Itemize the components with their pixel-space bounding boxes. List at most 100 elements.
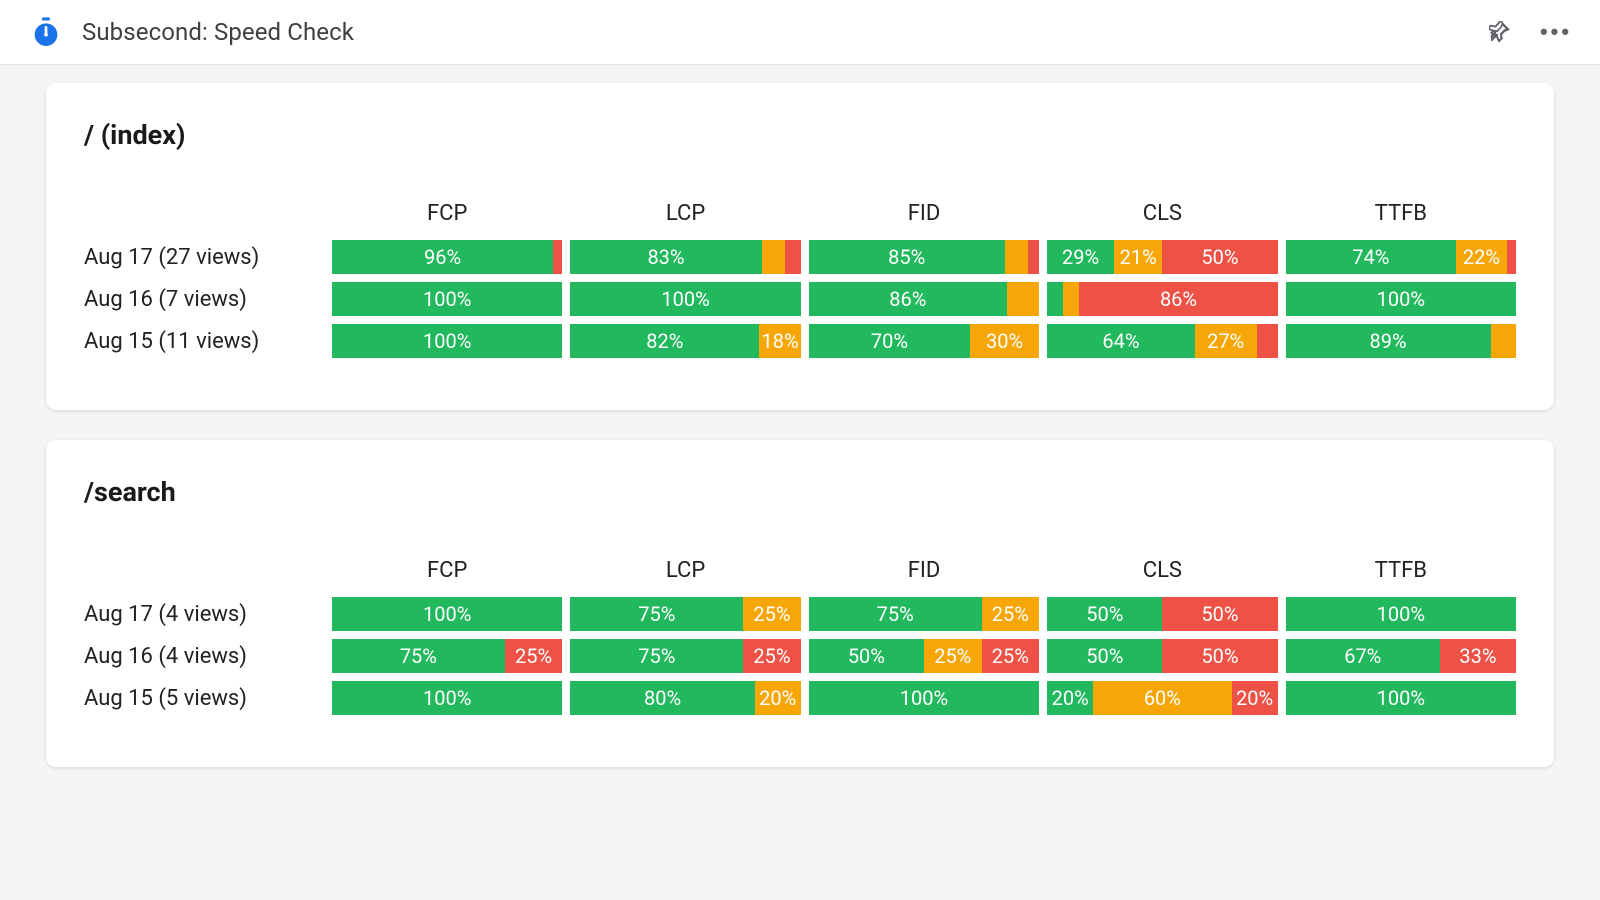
- segment-warn: 25%: [924, 639, 982, 673]
- segment-warn: [1005, 240, 1028, 274]
- metrics-header-row: FCPLCPFIDCLSTTFB: [84, 201, 1516, 240]
- row-label: Aug 17 (4 views): [84, 602, 324, 627]
- column-header: FID: [809, 558, 1039, 597]
- segment-good: 100%: [1286, 681, 1516, 715]
- segment-poor: 50%: [1162, 240, 1277, 274]
- page-header: Subsecond: Speed Check •••: [0, 0, 1600, 65]
- data-row: Aug 15 (11 views)100%82%18%70%30%64%27%8…: [84, 324, 1516, 358]
- segment-warn: 18%: [759, 324, 800, 358]
- segment-good: 74%: [1286, 240, 1456, 274]
- segment-good: 100%: [1286, 282, 1516, 316]
- metric-bar[interactable]: 75%25%: [332, 639, 562, 673]
- metric-bar[interactable]: 100%: [332, 324, 562, 358]
- segment-poor: 33%: [1440, 639, 1516, 673]
- data-row: Aug 17 (27 views) 96% 83% 85% 29%21%50% 74%22…: [84, 240, 1516, 274]
- segment-warn: [1007, 282, 1039, 316]
- metric-bar[interactable]: 100%: [570, 282, 800, 316]
- metric-bar[interactable]: 64%27%: [1047, 324, 1277, 358]
- metric-bar[interactable]: 50%25%25%: [809, 639, 1039, 673]
- segment-good: 50%: [1047, 597, 1162, 631]
- metric-bar[interactable]: 80%20%: [570, 681, 800, 715]
- column-header: LCP: [570, 558, 800, 597]
- metric-bar[interactable]: 29%21%50%: [1047, 240, 1277, 274]
- segment-good: 83%: [570, 240, 761, 274]
- content-area: / (index)FCPLCPFIDCLSTTFBAug 17 (27 view…: [0, 65, 1600, 785]
- metric-bar[interactable]: 100%: [809, 681, 1039, 715]
- segment-good: 64%: [1047, 324, 1194, 358]
- metric-bar[interactable]: 100%: [332, 597, 562, 631]
- metric-bar[interactable]: 75%25%: [570, 639, 800, 673]
- metric-bar[interactable]: 50%50%: [1047, 597, 1277, 631]
- segment-good: [1047, 282, 1063, 316]
- metric-bar[interactable]: 100%: [1286, 282, 1516, 316]
- metric-bar[interactable]: 85%: [809, 240, 1039, 274]
- pin-button[interactable]: [1484, 16, 1516, 48]
- segment-warn: 25%: [743, 597, 801, 631]
- more-horizontal-icon: •••: [1540, 19, 1572, 45]
- metric-bar[interactable]: 67%33%: [1286, 639, 1516, 673]
- row-label: Aug 17 (27 views): [84, 245, 324, 270]
- segment-good: 75%: [809, 597, 982, 631]
- segment-poor: 50%: [1162, 597, 1277, 631]
- segment-good: 82%: [570, 324, 759, 358]
- metric-bar[interactable]: 74%22%: [1286, 240, 1516, 274]
- metric-bar[interactable]: 100%: [332, 681, 562, 715]
- data-row: Aug 16 (7 views)100%100%86%86%100%: [84, 282, 1516, 316]
- segment-good: 100%: [332, 597, 562, 631]
- metric-bar[interactable]: 100%: [1286, 681, 1516, 715]
- metric-bar[interactable]: 70%30%: [809, 324, 1039, 358]
- metric-bar[interactable]: 86%: [1047, 282, 1277, 316]
- segment-warn: [762, 240, 785, 274]
- segment-warn: 22%: [1456, 240, 1507, 274]
- segment-good: 67%: [1286, 639, 1440, 673]
- more-options-button[interactable]: •••: [1540, 16, 1572, 48]
- segment-warn: 30%: [970, 324, 1039, 358]
- column-header: TTFB: [1286, 558, 1516, 597]
- segment-good: 85%: [809, 240, 1005, 274]
- segment-warn: 25%: [982, 597, 1040, 631]
- metric-card: / (index)FCPLCPFIDCLSTTFBAug 17 (27 view…: [46, 83, 1554, 410]
- segment-poor: [553, 240, 562, 274]
- metrics-grid: FCPLCPFIDCLSTTFBAug 17 (4 views)100%75%2…: [84, 558, 1516, 715]
- column-header: FID: [809, 201, 1039, 240]
- row-label: Aug 16 (7 views): [84, 287, 324, 312]
- segment-poor: [1028, 240, 1040, 274]
- metric-card: /searchFCPLCPFIDCLSTTFBAug 17 (4 views)1…: [46, 440, 1554, 767]
- segment-poor: [785, 240, 801, 274]
- segment-poor: [1257, 324, 1278, 358]
- segment-good: 96%: [332, 240, 553, 274]
- segment-warn: 20%: [755, 681, 801, 715]
- segment-good: 70%: [809, 324, 970, 358]
- segment-good: 75%: [570, 597, 743, 631]
- segment-good: 80%: [570, 681, 754, 715]
- metric-bar[interactable]: 83%: [570, 240, 800, 274]
- segment-good: 100%: [332, 681, 562, 715]
- metric-bar[interactable]: 86%: [809, 282, 1039, 316]
- segment-poor: 86%: [1079, 282, 1277, 316]
- segment-good: 86%: [809, 282, 1007, 316]
- metric-bar[interactable]: 75%25%: [570, 597, 800, 631]
- metric-bar[interactable]: 20%60%20%: [1047, 681, 1277, 715]
- column-header: LCP: [570, 201, 800, 240]
- segment-poor: [1507, 240, 1516, 274]
- metric-bar[interactable]: 75%25%: [809, 597, 1039, 631]
- page-title: Subsecond: Speed Check: [82, 18, 1466, 46]
- metric-bar[interactable]: 100%: [332, 282, 562, 316]
- card-title: /search: [84, 476, 1516, 508]
- header-actions: •••: [1484, 16, 1572, 48]
- metric-bar[interactable]: 96%: [332, 240, 562, 274]
- column-header: FCP: [332, 558, 562, 597]
- data-row: Aug 16 (4 views)75%25%75%25%50%25%25%50%…: [84, 639, 1516, 673]
- metric-bar[interactable]: 82%18%: [570, 324, 800, 358]
- segment-warn: [1491, 324, 1516, 358]
- metric-bar[interactable]: 100%: [1286, 597, 1516, 631]
- metrics-grid: FCPLCPFIDCLSTTFB Aug 17 (27 views) 96% 83% 8…: [84, 201, 1516, 358]
- segment-poor: 50%: [1162, 639, 1277, 673]
- data-row: Aug 15 (5 views)100%80%20%100%20%60%20%1…: [84, 681, 1516, 715]
- metric-bar[interactable]: 50%50%: [1047, 639, 1277, 673]
- segment-good: 89%: [1286, 324, 1491, 358]
- segment-poor: 20%: [1232, 681, 1278, 715]
- column-header: CLS: [1047, 201, 1277, 240]
- metric-bar[interactable]: 89%: [1286, 324, 1516, 358]
- segment-poor: 25%: [982, 639, 1040, 673]
